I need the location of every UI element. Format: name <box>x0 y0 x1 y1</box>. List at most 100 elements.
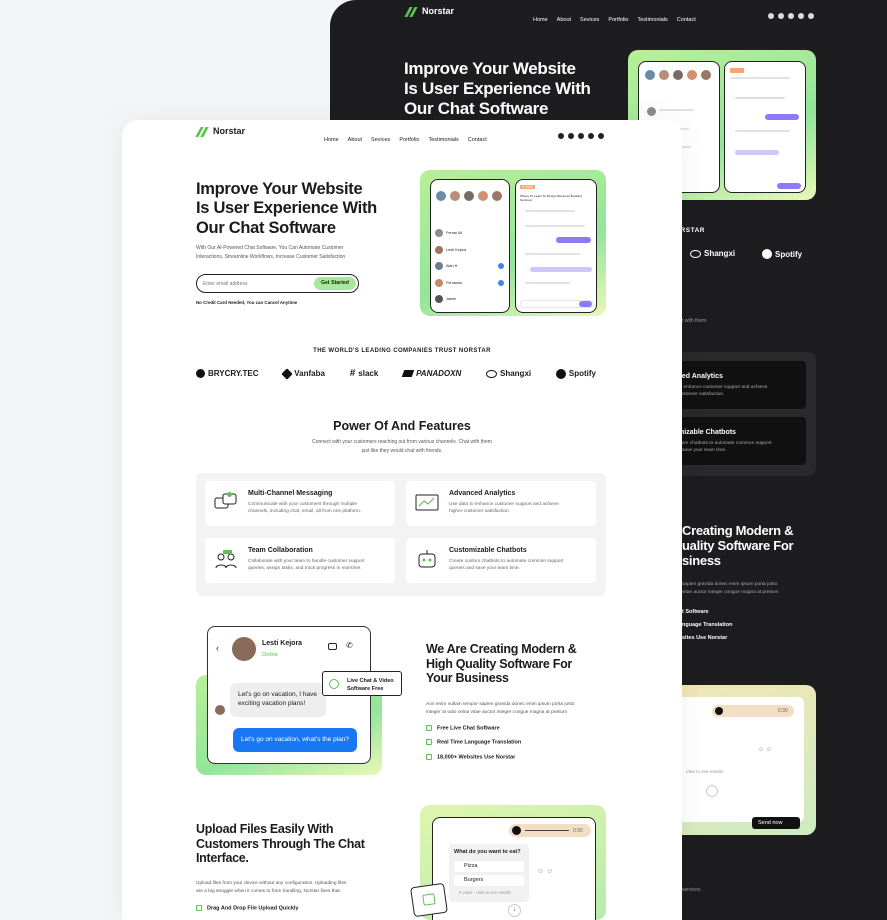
upload-desc-line: Upload files from your device without an… <box>196 881 347 886</box>
chat-bubbles-icon <box>214 492 237 509</box>
feature-title: Advanced Analytics <box>449 490 516 497</box>
dark-nav-portfolio[interactable]: Portfolio <box>608 17 628 23</box>
poll-option[interactable]: Burgers <box>454 875 524 886</box>
brycry-logo-icon <box>196 369 205 378</box>
logo[interactable]: Norstar <box>196 126 245 136</box>
emoji-icons[interactable]: ☺ ☺ <box>758 747 772 753</box>
mock-contacts-panel: Ferrari Ali Lesti Kejora Alan H. Fernand… <box>430 179 510 313</box>
nav-services[interactable]: Sevices <box>371 137 390 143</box>
feature-desc: Communicate with your customers through … <box>248 501 388 515</box>
social-links <box>554 127 604 145</box>
phone-call-icon[interactable]: ✆ <box>346 641 353 650</box>
dark-nav-services[interactable]: Sevices <box>580 17 599 23</box>
dribbble-icon[interactable] <box>808 12 814 19</box>
upload-bullet-label: Drag And Drop File Upload Quickly <box>207 905 299 912</box>
dark-feature-desc-line: customer satisfaction. <box>678 392 725 398</box>
quality-bullet: Free Live Chat Software <box>426 725 521 731</box>
feature-card-chatbots: Customizable Chatbots Create custom chat… <box>406 538 596 583</box>
dark-quality-title-line: Creating Modern & <box>682 523 794 538</box>
instagram-icon[interactable] <box>788 12 794 19</box>
quality-bullet: Real Time Language Translation <box>426 739 521 746</box>
nav-portfolio[interactable]: Portfolio <box>399 137 419 143</box>
quality-desc: Aon enim nullam tempor sapien gravida do… <box>426 701 575 717</box>
mock-chat-panel: #TASK Where To Learn To Design Business … <box>515 179 597 313</box>
poll-question: What do you want to eat? <box>454 849 521 855</box>
video-call-icon[interactable] <box>328 643 337 650</box>
features-title: Power Of And Features <box>333 419 471 433</box>
feature-desc-line: higher customer satisfaction. <box>449 509 511 515</box>
dark-nav: Home About Sevices Portfolio Testimonials Con… <box>524 8 696 26</box>
dribbble-icon[interactable] <box>598 132 604 139</box>
mock-contact-row[interactable]: Jamie <box>435 291 507 308</box>
back-arrow-icon[interactable]: ‹ <box>216 643 219 653</box>
mock-contact-row[interactable]: Lesti Kejora <box>435 242 507 259</box>
nav-testimonials[interactable]: Testimonials <box>429 137 459 143</box>
emoji-reaction-icon[interactable]: ☺ ☺ <box>537 868 553 875</box>
feature-desc-line: queries and save your team time. <box>449 566 520 572</box>
dark-logo-shangxi-label: Shangxi <box>704 249 736 258</box>
dark-logo[interactable]: Norstar <box>405 6 454 16</box>
audio-duration: 0:30 <box>573 828 583 834</box>
mock-contact-row[interactable]: Ferrari Ali <box>435 225 507 242</box>
unread-badge <box>498 280 504 286</box>
avatar <box>492 191 502 201</box>
dark-nav-contact[interactable]: Contact <box>677 17 696 23</box>
facebook-icon[interactable] <box>558 132 564 139</box>
mock-contact-row[interactable]: Fernando <box>435 275 507 292</box>
features-subtitle: Connect with your customers reaching out… <box>122 438 682 456</box>
dark-quality-title-line: siness <box>682 553 721 569</box>
analytics-chart-icon <box>415 494 439 511</box>
hero-subtitle-line: Interactions, Streamline Workflows, Incr… <box>196 253 346 260</box>
upload-title-line: Customers Through The Chat <box>196 836 365 851</box>
dark-nav-testimonials[interactable]: Testimonials <box>638 17 668 23</box>
dark-audio-time: 0:30 <box>778 708 788 714</box>
nav-contact[interactable]: Contact <box>468 137 487 143</box>
unread-badge <box>498 263 504 269</box>
logo-panadoxn-label: PANADOXN <box>416 369 462 378</box>
twitter-icon[interactable] <box>778 12 784 19</box>
get-started-button[interactable]: Get Started <box>314 277 356 290</box>
instagram-icon[interactable] <box>578 132 584 139</box>
nav-about[interactable]: About <box>348 137 362 143</box>
dark-nav-home[interactable]: Home <box>533 17 548 23</box>
hero-title: Improve Your Website Is User Experience … <box>196 180 377 238</box>
dark-bullet: nguage Translation <box>682 622 733 629</box>
poll-votes: 0 votes · Vote to see results <box>459 890 511 895</box>
chat-tag-icon <box>329 679 339 689</box>
dark-feature-desc-line: stom chatbots to automate common support <box>678 441 772 446</box>
live-chat-tag: Live Chat & Video Software Free <box>322 671 402 696</box>
play-icon[interactable] <box>715 707 723 715</box>
file-image-icon[interactable] <box>410 882 448 918</box>
upload-title: Upload Files Easily With Customers Throu… <box>196 822 365 866</box>
incoming-message-line: exciting vacation plans! <box>238 700 306 708</box>
nav-home[interactable]: Home <box>324 137 339 143</box>
dark-hero-title-line: Is User Experience With <box>404 78 591 98</box>
behance-icon[interactable] <box>588 132 594 139</box>
dark-brand-name: Norstar <box>422 6 455 16</box>
dark-feature-title: ced Analytics <box>678 373 723 380</box>
poll-card: What do you want to eat? Pizza Burgers 0… <box>449 844 529 902</box>
play-icon[interactable] <box>512 826 521 835</box>
team-collaboration-icon <box>215 550 237 569</box>
mock-contact-name: Alan H. <box>446 264 459 268</box>
behance-icon[interactable] <box>798 12 804 19</box>
avatar <box>450 191 460 201</box>
facebook-icon[interactable] <box>768 12 774 19</box>
poll-option[interactable]: Pizza <box>454 861 524 872</box>
logo-shangxi-label: Shangxi <box>500 369 532 378</box>
dark-send-button[interactable]: Send now <box>752 817 800 829</box>
dark-hero-title-line: Improve Your Website <box>404 59 576 78</box>
hero-note: No Credit Card Needed, You can Cancel An… <box>196 300 298 305</box>
scroll-down-icon[interactable]: ↓ <box>706 785 718 797</box>
upload-bullet: Drag And Drop File Upload Quickly <box>196 905 298 911</box>
hero-subtitle: With Our AI-Powered Chat Software, You C… <box>196 244 345 261</box>
mock-send-button[interactable] <box>579 301 592 307</box>
mock-contact-row[interactable]: Alan H. <box>435 258 507 275</box>
dark-nav-about[interactable]: About <box>557 17 571 23</box>
twitter-icon[interactable] <box>568 132 574 139</box>
avatar <box>478 191 488 201</box>
mock-message-out <box>556 237 591 243</box>
scroll-down-icon[interactable]: ↓ <box>508 904 521 917</box>
email-input[interactable] <box>203 278 303 289</box>
quality-desc-line: integer at odio velna vitae auctor integ… <box>426 710 568 716</box>
